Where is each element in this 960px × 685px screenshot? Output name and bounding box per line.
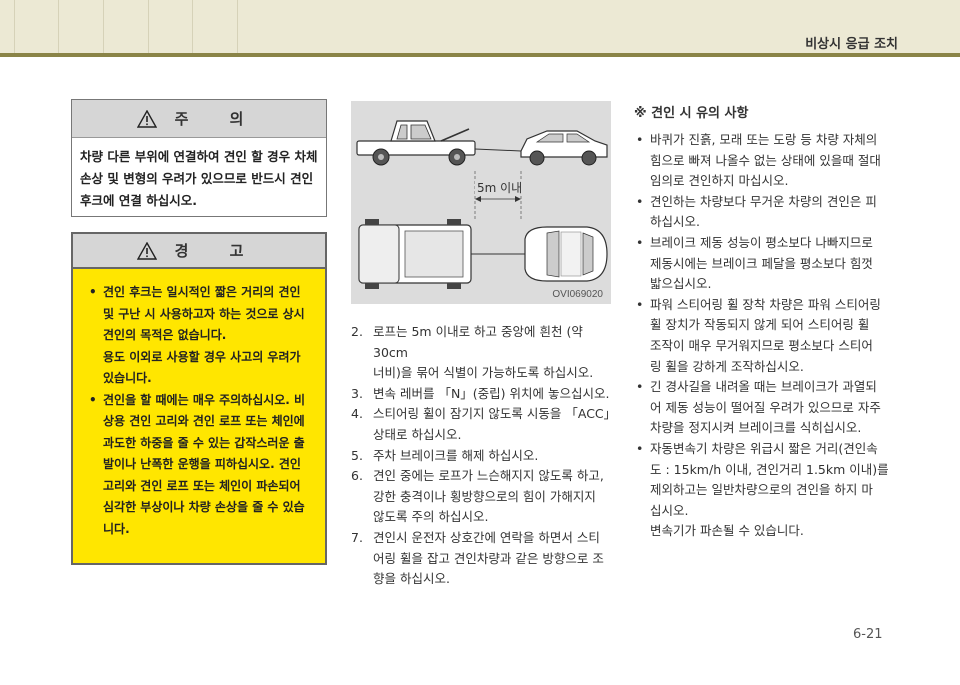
step-line: 어링 휠을 잡고 견인차량과 같은 방향으로 조 <box>373 550 604 566</box>
header-band: 비상시 응급 조치 <box>0 0 960 53</box>
step-line: 너비)을 묶어 식별이 가능하도록 하십시오. <box>373 365 594 381</box>
step-item: 2. 로프는 5m 이내로 하고 중앙에 흰천 (약 30cm 너비)을 묶어 … <box>351 322 619 384</box>
warning-line: 과도한 하중을 줄 수 있는 갑작스러운 출 <box>103 435 305 450</box>
distance-label: 5m 이내 <box>475 179 525 196</box>
warning-triangle-icon <box>136 241 157 260</box>
note-line: 힘으로 빠져 나올수 없는 상태에 있을때 절대 <box>650 152 881 168</box>
warning-line: 심각한 부상이나 차량 손상을 줄 수 있습 <box>103 500 305 514</box>
notes-list: 바퀴가 진흙, 모래 또는 도랑 등 차량 자체의 힘으로 빠져 나올수 없는 … <box>634 130 896 521</box>
caution-body: 차량 다른 부위에 연결하여 견인 할 경우 차체 손상 및 변형의 우려가 있… <box>72 138 326 212</box>
step-line: 향을 하십시오. <box>373 571 450 587</box>
warning-line: 견인 후크는 일시적인 짧은 거리의 견인 <box>103 285 301 299</box>
step-line: 견인시 운전자 상호간에 연락을 하면서 스티 <box>373 529 600 545</box>
step-line: 견인 중에는 로프가 느슨해지지 않도록 하고, <box>373 468 604 484</box>
note-line: 브레이크 제동 성능이 평소보다 나빠지므로 <box>650 234 873 250</box>
page-number: 6-21 <box>853 627 883 642</box>
warning-list: 견인 후크는 일시적인 짧은 거리의 견인 및 구난 시 사용하고자 하는 것으… <box>73 269 325 540</box>
note-item: 브레이크 제동 성능이 평소보다 나빠지므로 제동시에는 브레이크 페달을 평소… <box>634 233 896 295</box>
header-stripe <box>237 0 238 53</box>
step-line: 않도록 주의 하십시오. <box>373 509 489 525</box>
note-item: 자동변속기 차량은 위급시 짧은 거리(견인속 도 : 15km/h 이내, 견… <box>634 439 896 521</box>
step-line: 강한 충격이나 횡방향으로의 힘이 가해지지 <box>373 488 596 504</box>
step-line: 상태로 하십시오. <box>373 426 462 442</box>
note-item: 견인하는 차량보다 무거운 차량의 견인은 피 하십시오. <box>634 192 896 233</box>
warning-item: 견인을 할 때에는 매우 주의하십시오. 비 상용 견인 고리와 견인 로프 또… <box>87 390 315 541</box>
towing-diagram <box>356 120 608 289</box>
header-stripe <box>148 0 149 53</box>
header-stripe <box>103 0 104 53</box>
note-line: 어 제동 성능이 떨어질 우려가 있으므로 자주 <box>650 399 881 415</box>
note-line: 임의로 견인하지 마십시오. <box>650 173 789 189</box>
notes-tail: 변속기가 파손될 수 있습니다. <box>650 523 804 539</box>
step-number: 4. <box>351 406 363 422</box>
note-line: 긴 경사길을 내려올 때는 브레이크가 과열되 <box>650 379 877 395</box>
warning-triangle-icon <box>136 109 157 128</box>
caution-title: 주 의 <box>174 110 262 128</box>
step-number: 6. <box>351 468 363 484</box>
warning-line: 니다. <box>103 521 130 536</box>
tow-truck-top <box>358 219 472 289</box>
warning-line: 고리와 견인 로프 또는 체인이 파손되어 <box>103 478 301 493</box>
note-line: 하십시오. <box>650 214 700 230</box>
towing-notes: ※ 견인 시 유의 사항 바퀴가 진흙, 모래 또는 도랑 등 차량 자체의 힘… <box>634 102 896 542</box>
warning-item: 견인 후크는 일시적인 짧은 거리의 견인 및 구난 시 사용하고자 하는 것으… <box>87 282 315 390</box>
header-stripe <box>192 0 193 53</box>
caution-box: 주 의 차량 다른 부위에 연결하여 견인 할 경우 차체 손상 및 변형의 우… <box>71 99 327 217</box>
step-number: 5. <box>351 447 363 463</box>
note-line: 자동변속기 차량은 위급시 짧은 거리(견인속 <box>650 440 878 456</box>
step-line: 주차 브레이크를 해제 하십시오. <box>373 447 539 463</box>
warning-line: 용도 이외로 사용할 경우 사고의 우려가 <box>103 349 301 364</box>
note-line: 밟으십시오. <box>650 276 712 292</box>
step-item: 7. 견인시 운전자 상호간에 연락을 하면서 스티 어링 휠을 잡고 견인차량… <box>351 528 619 590</box>
note-line: 바퀴가 진흙, 모래 또는 도랑 등 차량 자체의 <box>650 132 878 147</box>
header-rule <box>0 53 960 57</box>
header-stripe <box>58 0 59 53</box>
header-stripe <box>14 0 15 53</box>
note-item: 파워 스티어링 휠 장착 차량은 파워 스티어링 휠 장치가 작동되지 않게 되… <box>634 295 896 377</box>
step-number: 7. <box>351 529 363 545</box>
warning-line: 있습니다. <box>103 371 152 385</box>
step-number: 2. <box>351 324 363 339</box>
note-line: 링 휠을 강하게 조작하십시오. <box>650 358 804 374</box>
warning-line: 상용 견인 고리와 견인 로프 또는 체인에 <box>103 414 305 428</box>
sedan-side <box>520 130 608 166</box>
caution-line: 손상 및 변형의 우려가 있으므로 반드시 견인 <box>80 171 314 186</box>
tow-truck-side <box>356 120 476 166</box>
figure-code: OVI069020 <box>552 289 603 300</box>
step-item: 6. 견인 중에는 로프가 느슨해지지 않도록 하고, 강한 충격이나 횡방향으… <box>351 466 619 528</box>
warning-box: 경 고 견인 후크는 일시적인 짧은 거리의 견인 및 구난 시 사용하고자 하… <box>71 232 327 565</box>
towing-illustration: 5m 이내 OVI069020 <box>351 101 611 304</box>
step-number: 3. <box>351 385 363 401</box>
caution-header: 주 의 <box>72 100 326 138</box>
notes-heading: ※ 견인 시 유의 사항 <box>634 106 749 121</box>
note-line: 제동시에는 브레이크 페달을 평소보다 힘껏 <box>650 255 873 271</box>
warning-line: 견인을 할 때에는 매우 주의하십시오. 비 <box>103 392 306 407</box>
sedan-top <box>524 226 608 282</box>
caution-line: 후크에 연결 하십시오. <box>80 193 197 208</box>
note-line: 견인하는 차량보다 무거운 차량의 견인은 피 <box>650 193 877 209</box>
step-item: 5. 주차 브레이크를 해제 하십시오. <box>351 446 619 467</box>
note-line: 차량을 정지시켜 브레이크를 식히십시오. <box>650 420 862 436</box>
note-line: 파워 스티어링 휠 장착 차량은 파워 스티어링 <box>650 296 881 312</box>
warning-line: 발이나 난폭한 운행을 피하십시오. 견인 <box>103 457 301 471</box>
warning-line: 및 구난 시 사용하고자 하는 것으로 상시 <box>103 306 305 321</box>
note-item: 긴 경사길을 내려올 때는 브레이크가 과열되 어 제동 성능이 떨어질 우려가… <box>634 377 896 439</box>
note-item: 바퀴가 진흙, 모래 또는 도랑 등 차량 자체의 힘으로 빠져 나올수 없는 … <box>634 130 896 192</box>
warning-line: 견인의 목적은 없습니다. <box>103 328 227 342</box>
step-item: 3. 변속 레버를 「N」(중립) 위치에 놓으십시오. <box>351 384 619 405</box>
note-line: 제외하고는 일반차량으로의 견인을 하지 마 <box>650 482 873 498</box>
note-line: 휠 장치가 작동되지 않게 되어 스티어링 휠 <box>650 317 870 333</box>
warning-header: 경 고 <box>73 234 325 269</box>
towing-steps: 2. 로프는 5m 이내로 하고 중앙에 흰천 (약 30cm 너비)을 묶어 … <box>351 322 619 590</box>
warning-title: 경 고 <box>174 242 262 260</box>
note-line: 도 : 15km/h 이내, 견인거리 1.5km 이내)를 <box>650 461 889 477</box>
step-line: 변속 레버를 「N」(중립) 위치에 놓으십시오. <box>373 385 610 401</box>
caution-line: 차량 다른 부위에 연결하여 견인 할 경우 차체 <box>80 149 318 164</box>
step-line: 로프는 5m 이내로 하고 중앙에 흰천 (약 30cm <box>373 324 583 360</box>
step-line: 스티어링 휠이 잠기지 않도록 시동을 「ACC」 <box>373 406 617 422</box>
section-title: 비상시 응급 조치 <box>805 37 898 52</box>
step-item: 4. 스티어링 휠이 잠기지 않도록 시동을 「ACC」 상태로 하십시오. <box>351 404 619 445</box>
note-line: 조작이 매우 무거워지므로 평소보다 스티어 <box>650 337 873 353</box>
note-line: 십시오. <box>650 502 689 518</box>
